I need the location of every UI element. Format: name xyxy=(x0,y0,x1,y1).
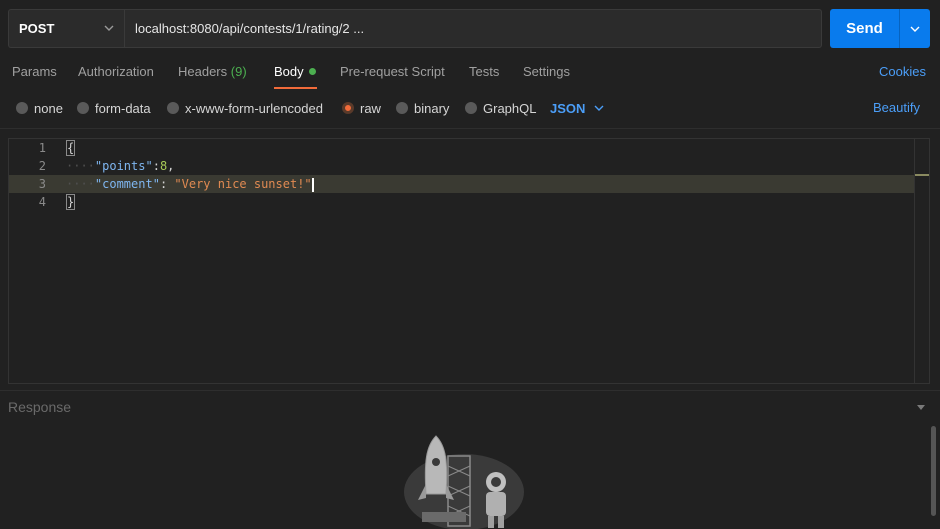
json-comma: , xyxy=(167,159,175,173)
body-type-radios: none form-data x-www-form-urlencoded raw… xyxy=(0,98,940,118)
tab-params[interactable]: Params xyxy=(12,62,57,82)
send-button[interactable]: Send xyxy=(830,9,899,48)
editor-line: 1 { xyxy=(9,139,915,157)
radio-label: GraphQL xyxy=(483,100,537,116)
radio-x-www-form-urlencoded[interactable]: x-www-form-urlencoded xyxy=(167,98,323,118)
cookies-link[interactable]: Cookies xyxy=(879,62,926,82)
tab-body[interactable]: Body xyxy=(274,62,316,82)
scrollbar-marker xyxy=(915,174,929,176)
json-key: "comment" xyxy=(94,177,160,191)
radio-label: binary xyxy=(414,100,450,116)
method-label: POST xyxy=(19,21,55,36)
response-scrollbar[interactable] xyxy=(931,426,936,516)
tab-body-label: Body xyxy=(274,64,304,79)
editor-line-active: 3 ····"comment": "Very nice sunset!" xyxy=(9,175,915,193)
radio-icon xyxy=(167,102,179,114)
json-string: "Very nice sunset!" xyxy=(174,177,312,191)
radio-none[interactable]: none xyxy=(16,98,63,118)
send-options-button[interactable] xyxy=(899,9,930,48)
method-select[interactable]: POST xyxy=(8,9,124,48)
active-tab-indicator xyxy=(274,87,317,89)
radio-icon xyxy=(16,102,28,114)
line-number: 1 xyxy=(38,141,46,155)
chevron-down-icon xyxy=(594,105,604,111)
json-key: "points" xyxy=(94,159,153,173)
radio-label: raw xyxy=(360,100,381,116)
format-select-label: JSON xyxy=(550,100,586,116)
line-number: 2 xyxy=(38,159,46,173)
request-tabs: Params Authorization Headers (9) Body Pr… xyxy=(0,62,940,82)
chevron-down-icon xyxy=(104,25,114,31)
radio-checked-icon xyxy=(342,102,354,114)
send-button-group: Send xyxy=(830,9,930,48)
indent-guide: ···· xyxy=(66,159,95,173)
json-sep: : xyxy=(152,159,160,173)
radio-icon xyxy=(77,102,89,114)
rocket-astronaut-illustration xyxy=(404,435,524,529)
indent-guide: ···· xyxy=(66,177,95,191)
beautify-link[interactable]: Beautify xyxy=(873,98,920,118)
radio-label: form-data xyxy=(95,100,151,116)
editor-line: 4 } xyxy=(9,193,915,211)
url-input[interactable]: localhost:8080/api/contests/1/rating/2 .… xyxy=(124,9,822,48)
chevron-down-icon xyxy=(910,26,920,32)
editor-line: 2 ····"points":8, xyxy=(9,157,915,175)
body-editor[interactable]: 1 { 2 ····"points":8, 3 ····"comment": "… xyxy=(8,138,930,384)
code-text: ····"points":8, xyxy=(66,157,174,175)
radio-icon xyxy=(396,102,408,114)
editor-scrollbar[interactable] xyxy=(914,139,929,383)
tab-settings[interactable]: Settings xyxy=(523,62,570,82)
tab-tests[interactable]: Tests xyxy=(469,62,499,82)
headers-count-badge: (9) xyxy=(230,64,247,79)
response-divider[interactable] xyxy=(0,390,940,391)
radio-label: x-www-form-urlencoded xyxy=(185,100,323,116)
tab-authorization[interactable]: Authorization xyxy=(78,62,154,82)
collapse-caret-icon[interactable] xyxy=(916,404,926,412)
radio-binary[interactable]: binary xyxy=(396,98,449,118)
request-bar: POST localhost:8080/api/contests/1/ratin… xyxy=(8,9,930,48)
line-number: 4 xyxy=(38,195,46,209)
radio-label: none xyxy=(34,100,63,116)
tab-headers[interactable]: Headers (9) xyxy=(178,62,247,82)
format-select[interactable]: JSON xyxy=(550,98,605,118)
radio-form-data[interactable]: form-data xyxy=(77,98,151,118)
tab-headers-label: Headers xyxy=(178,64,228,79)
text-caret xyxy=(311,177,314,192)
open-brace: { xyxy=(66,140,76,156)
code-text: } xyxy=(66,193,76,211)
json-sep: : xyxy=(159,177,175,191)
body-modified-dot-icon xyxy=(308,68,316,76)
radio-raw[interactable]: raw xyxy=(342,98,381,118)
radio-icon xyxy=(465,102,477,114)
code-text: ····"comment": "Very nice sunset!" xyxy=(66,175,314,193)
response-title: Response xyxy=(8,399,72,415)
tab-pre-request-script[interactable]: Pre-request Script xyxy=(340,62,445,82)
close-brace: } xyxy=(66,194,76,210)
code-text: { xyxy=(66,139,76,157)
radio-graphql[interactable]: GraphQL xyxy=(465,98,536,118)
divider xyxy=(0,128,940,129)
line-number: 3 xyxy=(38,177,46,191)
